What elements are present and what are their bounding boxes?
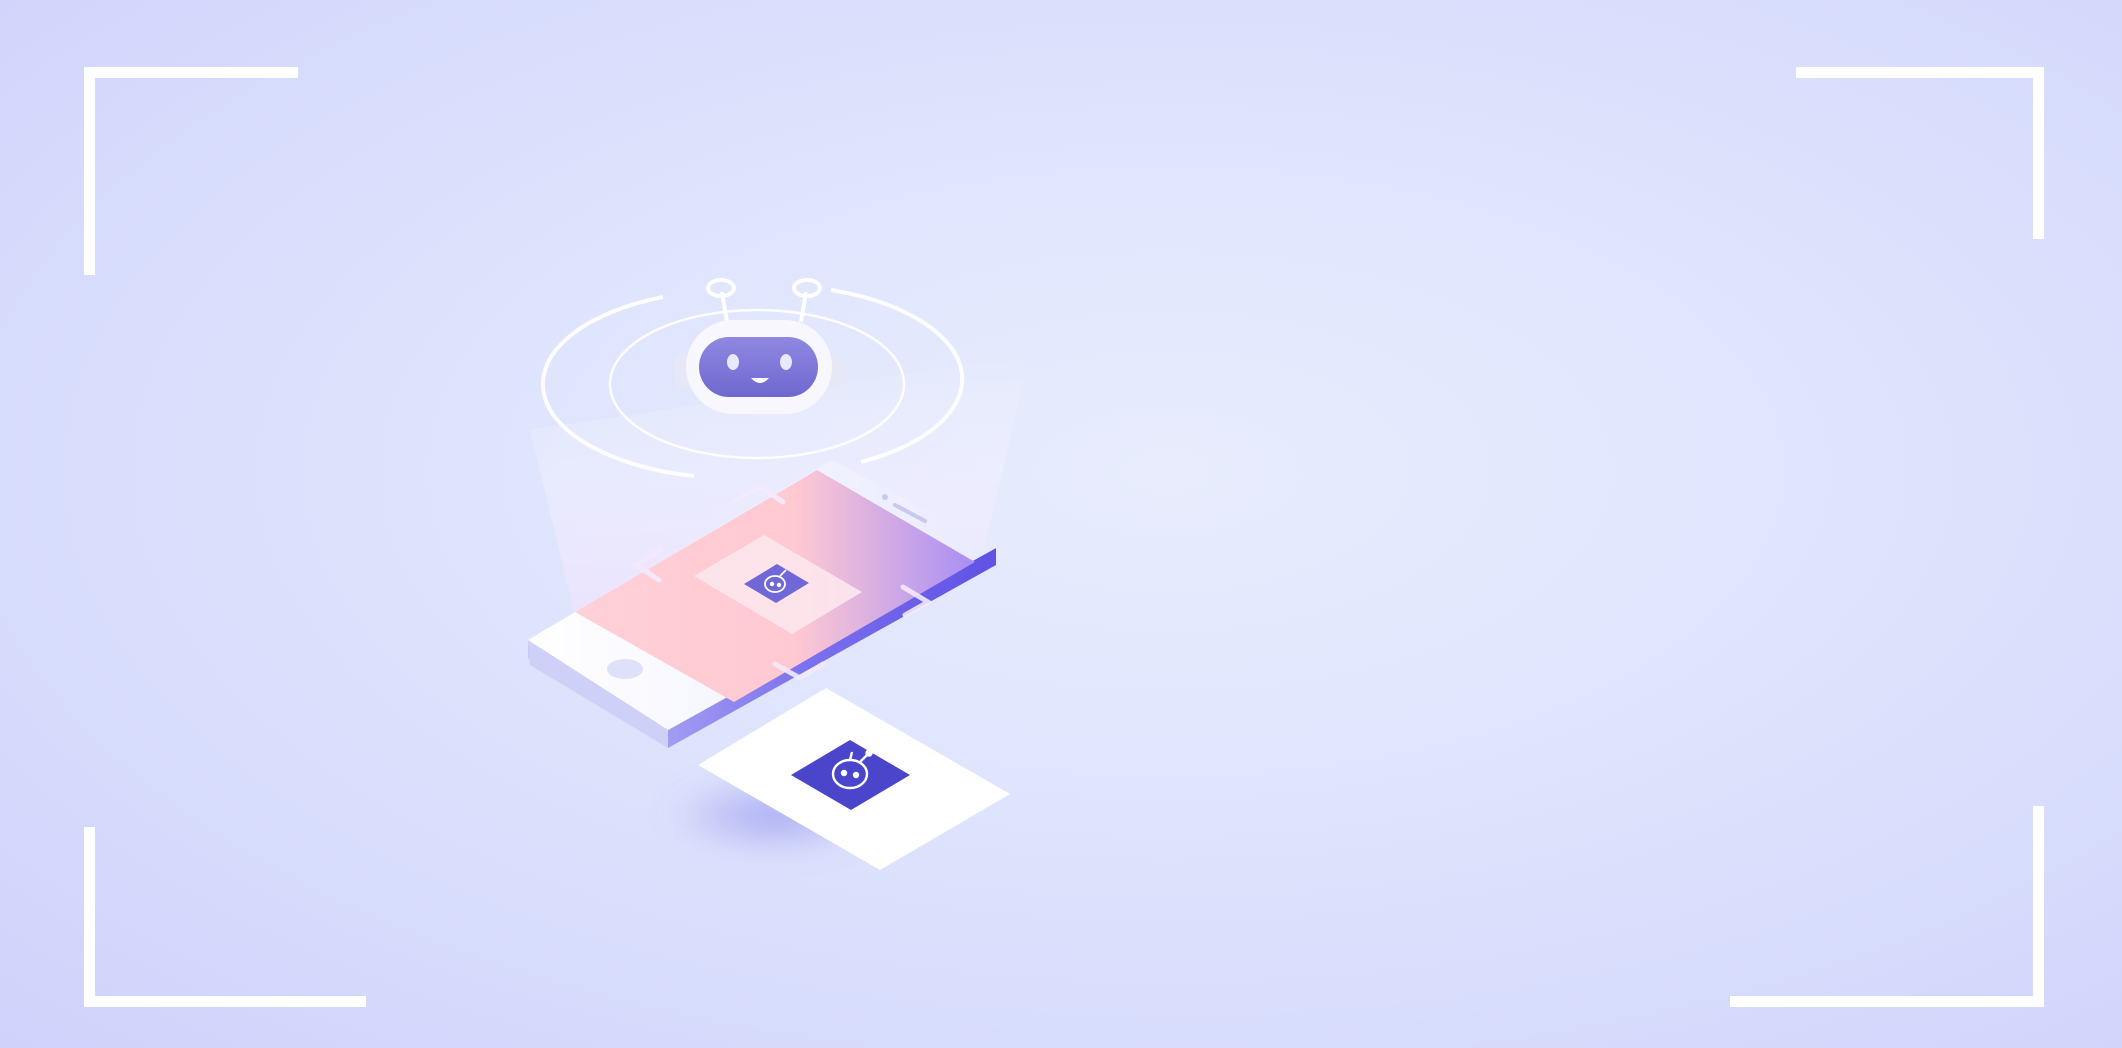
background-canvas (0, 0, 2122, 1048)
robot-phone-illustration (528, 278, 1030, 870)
robot-head-icon (673, 278, 845, 414)
